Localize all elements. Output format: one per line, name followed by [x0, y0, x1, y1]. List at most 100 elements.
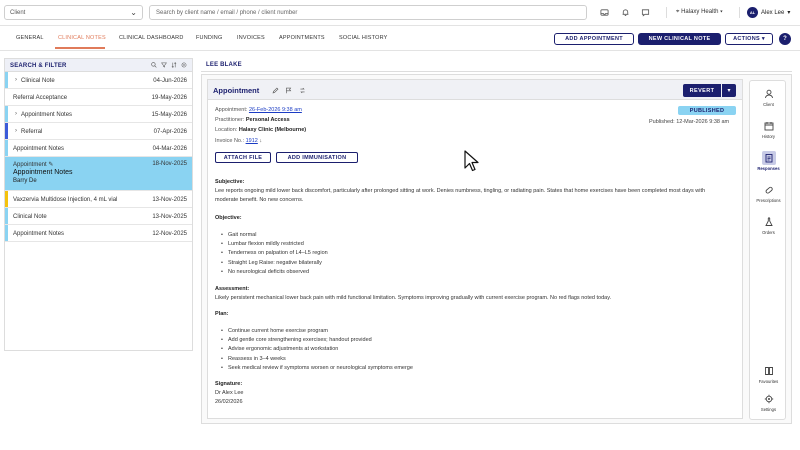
sort-icon[interactable]: [170, 61, 177, 68]
note-color-bar: [5, 72, 8, 88]
actions-button[interactable]: ACTIONS ▾: [725, 33, 773, 45]
rail-item-orders[interactable]: Orders: [750, 215, 787, 239]
subjective-heading: Subjective:: [215, 179, 245, 185]
note-label: Clinical Note: [21, 78, 55, 84]
tab-funding[interactable]: FUNDING: [196, 35, 222, 41]
add-appointment-button[interactable]: ADD APPOINTMENT: [554, 33, 634, 45]
note-list-item[interactable]: Appointment Notes 04-Mar-2026: [5, 140, 192, 157]
rail-label: Orders: [762, 230, 775, 235]
plan-item: Reassess in 3–4 weeks: [221, 356, 286, 362]
note-list-item[interactable]: › Appointment Notes 15-May-2026: [5, 106, 192, 123]
note-date: 12-Nov-2025: [152, 231, 187, 237]
tab-invoices[interactable]: INVOICES: [237, 35, 265, 41]
location-field: Location: Halaxy Clinic (Melbourne): [215, 127, 306, 133]
objective-heading: Objective:: [215, 215, 242, 221]
bell-icon[interactable]: [620, 7, 631, 18]
note-detail-panel: Appointment REVERT ▾ Appointment: 26-Feb…: [201, 74, 792, 424]
note-label: Clinical Note: [13, 214, 47, 220]
add-immunisation-button[interactable]: ADD IMMUNISATION: [276, 152, 358, 163]
divider: [739, 7, 740, 18]
note-date: 18-Nov-2025: [152, 161, 187, 167]
attach-file-button[interactable]: ATTACH FILE: [215, 152, 271, 163]
appointment-label: Appointment:: [215, 107, 248, 113]
rail-item-prescriptions[interactable]: Prescriptions: [750, 183, 787, 207]
note-title: Appointment Notes: [13, 169, 73, 176]
user-menu[interactable]: AL Alex Lee ▾: [747, 7, 790, 18]
location-pin-icon: ⌖: [676, 9, 680, 15]
patient-header: LEE BLAKE: [201, 58, 792, 72]
note-list-item[interactable]: › Clinical Note 04-Jun-2026: [5, 72, 192, 89]
search-input[interactable]: Search by client name / email / phone / …: [149, 5, 587, 20]
objective-item: Straight Leg Raise: negative bilaterally: [221, 260, 322, 266]
tab-social-history[interactable]: SOCIAL HISTORY: [339, 35, 388, 41]
plan-item: Continue current home exercise program: [221, 328, 328, 334]
note-label: Appointment Notes: [13, 231, 65, 237]
inbox-icon[interactable]: [599, 7, 610, 18]
note-label: Referral Acceptance: [13, 95, 68, 101]
rail-item-responses[interactable]: Responses: [750, 151, 787, 175]
signature-date: 26/02/2026: [215, 399, 243, 405]
notes-list-panel: SEARCH & FILTER › Clinical Note 04-Jun-2…: [4, 58, 193, 351]
note-list-item[interactable]: Vaxzervia Multidose Injection, 4 mL vial…: [5, 191, 192, 208]
chevron-right-icon[interactable]: ›: [15, 111, 17, 117]
clinic-select[interactable]: ⌖ Halaxy Health ▾: [676, 9, 723, 16]
assessment-text: Likely persistent mechanical lower back …: [215, 295, 612, 301]
tab-general[interactable]: GENERAL: [16, 35, 44, 41]
edit-icon[interactable]: [271, 86, 279, 94]
tab-clinical-dashboard[interactable]: CLINICAL DASHBOARD: [119, 35, 184, 41]
objective-item: Tenderness on palpation of L4–L5 region: [221, 250, 328, 256]
location-value: Halaxy Clinic (Melbourne): [238, 127, 307, 133]
invoice-field: Invoice No.: 1912 ↓: [215, 138, 262, 144]
chevron-down-icon: ▾: [787, 10, 791, 16]
objective-item: Lumbar flexion mildly restricted: [221, 241, 304, 247]
note-list-item[interactable]: Appointment Notes 12-Nov-2025: [5, 225, 192, 242]
person-icon: [762, 87, 776, 101]
chevron-right-icon[interactable]: ›: [15, 77, 17, 83]
rail-item-settings[interactable]: Settings: [750, 392, 787, 416]
clinic-name: Halaxy Health: [681, 9, 719, 15]
note-list-item-selected[interactable]: Appointment ✎ Appointment Notes Barry De…: [5, 157, 192, 191]
filter-icon[interactable]: [160, 61, 167, 68]
revert-options-button[interactable]: ▾: [722, 84, 736, 97]
note-color-bar: [5, 123, 8, 139]
note-label: Appointment Notes: [21, 112, 73, 118]
plan-heading: Plan:: [215, 311, 229, 317]
new-clinical-note-button[interactable]: NEW CLINICAL NOTE: [638, 33, 721, 45]
tab-clinical-notes[interactable]: CLINICAL NOTES: [58, 35, 106, 41]
rail-item-history[interactable]: History: [750, 119, 787, 143]
rail-item-client[interactable]: Client: [750, 87, 787, 111]
rail-item-favourites[interactable]: Favourites: [750, 364, 787, 388]
gear-icon: [762, 392, 776, 406]
note-card-header: Appointment REVERT ▾: [208, 80, 742, 100]
assessment-heading: Assessment:: [215, 286, 250, 292]
practitioner-label: Practitioner:: [215, 117, 245, 123]
appointment-link[interactable]: 26-Feb-2026 9:38 am: [249, 107, 302, 113]
rail-label: Settings: [760, 407, 777, 412]
settings-icon[interactable]: [180, 61, 187, 68]
invoice-link[interactable]: 1912: [246, 138, 258, 144]
plan-item: Seek medical review if symptoms worsen o…: [221, 365, 413, 371]
note-list-item[interactable]: Referral Acceptance 19-May-2026: [5, 89, 192, 106]
flag-icon[interactable]: [284, 86, 292, 94]
chevron-right-icon[interactable]: ›: [15, 128, 17, 134]
chat-icon[interactable]: [640, 7, 651, 18]
note-color-bar: [5, 208, 8, 224]
help-button[interactable]: ?: [779, 33, 791, 45]
download-icon[interactable]: ↓: [259, 138, 262, 144]
side-rail: Client History Responses Prescriptions O…: [749, 80, 786, 420]
client-select-placeholder: Client: [10, 10, 26, 16]
note-color-bar: [5, 191, 8, 207]
note-list-item[interactable]: › Referral 07-Apr-2026: [5, 123, 192, 140]
rail-label: Favourites: [758, 379, 779, 384]
search-icon[interactable]: [150, 61, 157, 68]
client-select[interactable]: Client ⌄: [4, 5, 143, 20]
note-date: 15-May-2026: [151, 112, 187, 118]
tab-appointments[interactable]: APPOINTMENTS: [279, 35, 325, 41]
revert-button[interactable]: REVERT: [683, 84, 721, 97]
top-bar: Client ⌄ Search by client name / email /…: [0, 0, 800, 26]
note-list-item[interactable]: Clinical Note 13-Nov-2025: [5, 208, 192, 225]
pill-icon: [762, 183, 776, 197]
note-date: 04-Mar-2026: [152, 146, 187, 152]
share-icon[interactable]: [298, 86, 306, 94]
search-filter-header: SEARCH & FILTER: [5, 59, 192, 72]
